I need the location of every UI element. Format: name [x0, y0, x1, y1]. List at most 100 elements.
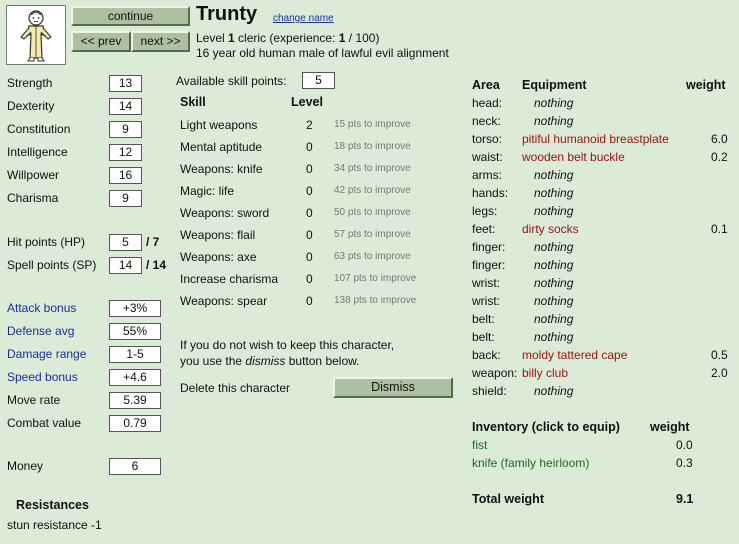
speed-bonus-value: +4.6: [109, 369, 161, 386]
skill-improve-cost[interactable]: 57 pts to improve: [334, 229, 411, 240]
equip-slot-empty: nothing: [534, 312, 574, 326]
attr-label: Dexterity: [7, 99, 55, 113]
attr-label: Intelligence: [7, 145, 68, 159]
character-description: 16 year old human male of lawful evil al…: [196, 46, 449, 60]
equip-area: neck:: [472, 114, 501, 128]
equipped-item[interactable]: pitiful humanoid breastplate: [522, 132, 669, 146]
inventory-item[interactable]: fist: [472, 438, 487, 452]
hp-label: Hit points (HP): [7, 235, 86, 249]
sp-value: 14: [109, 257, 142, 274]
skill-name[interactable]: Weapons: knife: [180, 162, 263, 176]
skill-name[interactable]: Light weapons: [180, 118, 257, 132]
total-weight-value: 9.1: [676, 492, 694, 506]
equip-area: weapon:: [472, 366, 518, 380]
equip-slot-empty: nothing: [534, 276, 574, 290]
skill-column-header: Skill: [180, 95, 206, 109]
skill-level: 0: [306, 250, 313, 264]
equip-area: head:: [472, 96, 503, 110]
sp-label: Spell points (SP): [7, 258, 97, 272]
skill-name[interactable]: Mental aptitude: [180, 140, 262, 154]
delete-character-label: Delete this character: [180, 381, 291, 395]
equipped-item[interactable]: wooden belt buckle: [522, 150, 625, 164]
inventory-item-weight: 0.3: [676, 456, 693, 470]
hp-value: 5: [109, 234, 142, 251]
attr-value: 16: [109, 167, 142, 184]
equip-area: feet:: [472, 222, 496, 236]
skill-improve-cost[interactable]: 63 pts to improve: [334, 251, 411, 262]
next-character-button[interactable]: next >>: [131, 31, 190, 52]
skill-improve-cost[interactable]: 18 pts to improve: [334, 141, 411, 152]
combat-value-value: 0.79: [109, 415, 161, 432]
dismiss-info-line2: you use the dismiss button below.: [180, 354, 360, 368]
equip-slot-empty: nothing: [534, 258, 574, 272]
resistances-title: Resistances: [16, 498, 89, 512]
inventory-item[interactable]: knife (family heirloom): [472, 456, 589, 470]
skill-improve-cost[interactable]: 138 pts to improve: [334, 295, 416, 306]
equip-weight: 2.0: [711, 366, 728, 380]
attack-bonus-label[interactable]: Attack bonus: [7, 301, 76, 315]
equip-weight: 0.5: [711, 348, 728, 362]
equip-area: wrist:: [472, 294, 500, 308]
resistance-item: stun resistance -1: [7, 518, 102, 532]
equip-slot-empty: nothing: [534, 330, 574, 344]
skill-improve-cost[interactable]: 42 pts to improve: [334, 185, 411, 196]
skill-name[interactable]: Increase charisma: [180, 272, 278, 286]
dismiss-info-line1: If you do not wish to keep this characte…: [180, 338, 395, 352]
continue-button[interactable]: continue: [71, 6, 190, 26]
total-weight-label: Total weight: [472, 492, 544, 506]
defense-avg-label[interactable]: Defense avg: [7, 324, 74, 338]
hp-max: / 7: [146, 235, 160, 249]
sp-max: / 14: [146, 258, 167, 272]
equip-area: belt:: [472, 330, 495, 344]
attack-bonus-value: +3%: [109, 300, 161, 317]
dismiss-button[interactable]: Dismiss: [333, 377, 453, 398]
equip-slot-empty: nothing: [534, 114, 574, 128]
equip-area: wrist:: [472, 276, 500, 290]
attr-value: 14: [109, 98, 142, 115]
equip-area: shield:: [472, 384, 507, 398]
inventory-item-weight: 0.0: [676, 438, 693, 452]
equip-area: torso:: [472, 132, 503, 146]
equip-weight: 0.2: [711, 150, 728, 164]
skill-name[interactable]: Weapons: flail: [180, 228, 255, 242]
equipped-item[interactable]: moldy tattered cape: [522, 348, 627, 362]
attr-value: 9: [109, 121, 142, 138]
attr-label: Strength: [7, 76, 53, 90]
equip-slot-empty: nothing: [534, 186, 574, 200]
damage-range-label[interactable]: Damage range: [7, 347, 86, 361]
equipment-column-header: Equipment: [522, 78, 587, 92]
equip-area: arms:: [472, 168, 502, 182]
inventory-title: Inventory (click to equip): [472, 420, 620, 434]
skill-name[interactable]: Weapons: sword: [180, 206, 269, 220]
equip-slot-empty: nothing: [534, 240, 574, 254]
character-name: Trunty: [196, 3, 258, 25]
skill-name[interactable]: Weapons: spear: [180, 294, 267, 308]
speed-bonus-label[interactable]: Speed bonus: [7, 370, 78, 384]
skill-level: 2: [306, 118, 313, 132]
attr-label: Constitution: [7, 122, 71, 136]
available-skill-points-label: Available skill points:: [176, 74, 287, 88]
area-column-header: Area: [472, 78, 500, 92]
skill-improve-cost[interactable]: 107 pts to improve: [334, 273, 416, 284]
skill-name[interactable]: Magic: life: [180, 184, 234, 198]
skill-level: 0: [306, 294, 313, 308]
skill-name[interactable]: Weapons: axe: [180, 250, 257, 264]
damage-range-value: 1-5: [109, 346, 161, 363]
prev-character-button[interactable]: << prev: [71, 31, 131, 52]
move-rate-label: Move rate: [7, 393, 61, 407]
skill-improve-cost[interactable]: 34 pts to improve: [334, 163, 411, 174]
change-name-link[interactable]: change name: [273, 13, 334, 24]
defense-avg-value: 55%: [109, 323, 161, 340]
equip-area: finger:: [472, 240, 506, 254]
cleric-figure-icon: [20, 10, 52, 62]
money-value: 6: [109, 458, 161, 475]
skill-improve-cost[interactable]: 50 pts to improve: [334, 207, 411, 218]
equip-area: legs:: [472, 204, 498, 218]
skill-level: 0: [306, 184, 313, 198]
skill-improve-cost[interactable]: 15 pts to improve: [334, 119, 411, 130]
equip-slot-empty: nothing: [534, 384, 574, 398]
equipped-item[interactable]: billy club: [522, 366, 568, 380]
equipped-item[interactable]: dirty socks: [522, 222, 579, 236]
equip-area: waist:: [472, 150, 503, 164]
skill-level: 0: [306, 272, 313, 286]
